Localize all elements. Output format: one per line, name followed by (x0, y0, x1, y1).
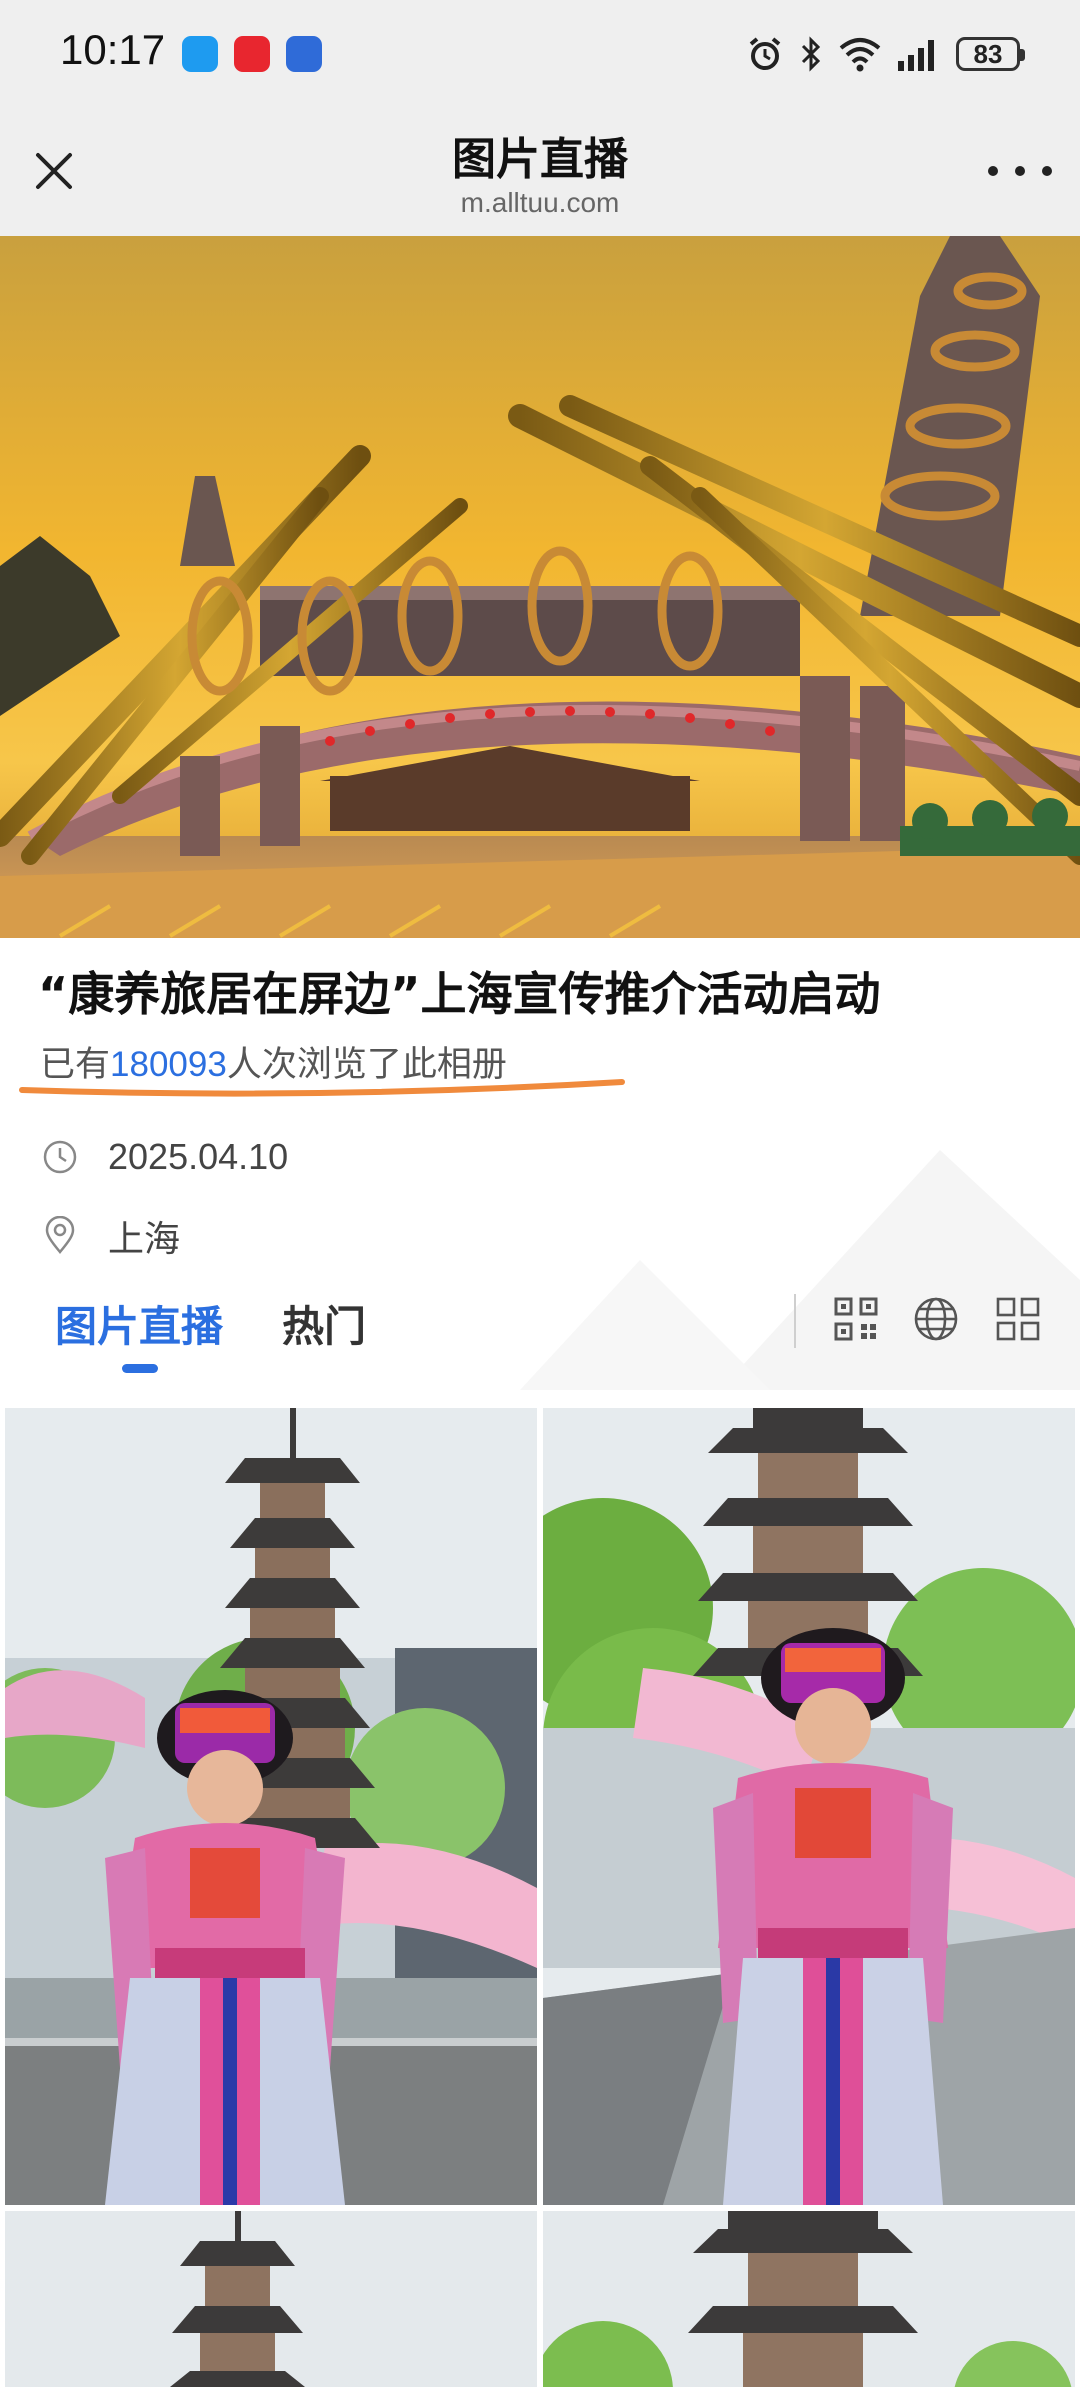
status-time: 10:17 (60, 26, 166, 73)
app-store-icon (286, 36, 322, 72)
clock-icon (43, 1140, 77, 1174)
photo-thumbnail[interactable] (5, 1408, 537, 2205)
wifi-icon (839, 38, 881, 72)
system-tray: 83 (746, 30, 1025, 78)
qr-code-icon[interactable] (833, 1296, 879, 1342)
browser-title-bar: 图片直播 m.alltuu.com (0, 105, 1080, 236)
signal-icon (898, 40, 934, 71)
page-title: 图片直播 (452, 134, 628, 185)
photo-thumbnail[interactable] (543, 2211, 1075, 2387)
status-bar: 10:17 83 (0, 0, 1080, 105)
globe-icon[interactable] (913, 1296, 959, 1342)
active-tab-indicator (122, 1364, 158, 1373)
photo-thumbnail[interactable] (5, 2211, 537, 2387)
location-pin-icon (45, 1216, 75, 1254)
grid-layout-icon[interactable] (995, 1296, 1041, 1342)
orange-underline-annotation (19, 1079, 625, 1097)
tab-popular[interactable]: 热门 (282, 1293, 366, 1354)
toolbar-divider (794, 1294, 796, 1348)
album-location-row: 上海 (40, 1210, 180, 1262)
album-title: “康养旅居在屏边”上海宣传推介活动启动 (38, 967, 881, 1021)
page-url: m.alltuu.com (460, 187, 620, 218)
alarm-icon (749, 37, 781, 70)
message-bubble-icon (182, 36, 218, 72)
huawei-mall-icon (234, 36, 270, 72)
bluetooth-icon (801, 36, 821, 72)
album-date-row: 2025.04.10 (40, 1136, 288, 1178)
battery-indicator: 83 (956, 37, 1025, 71)
tab-live-photos[interactable]: 图片直播 (55, 1293, 223, 1354)
more-dots-icon[interactable] (988, 151, 1052, 191)
album-cover-image[interactable] (0, 236, 1080, 938)
photo-thumbnail[interactable] (543, 1408, 1075, 2205)
album-date: 2025.04.10 (108, 1136, 289, 1177)
album-location: 上海 (108, 1219, 181, 1260)
